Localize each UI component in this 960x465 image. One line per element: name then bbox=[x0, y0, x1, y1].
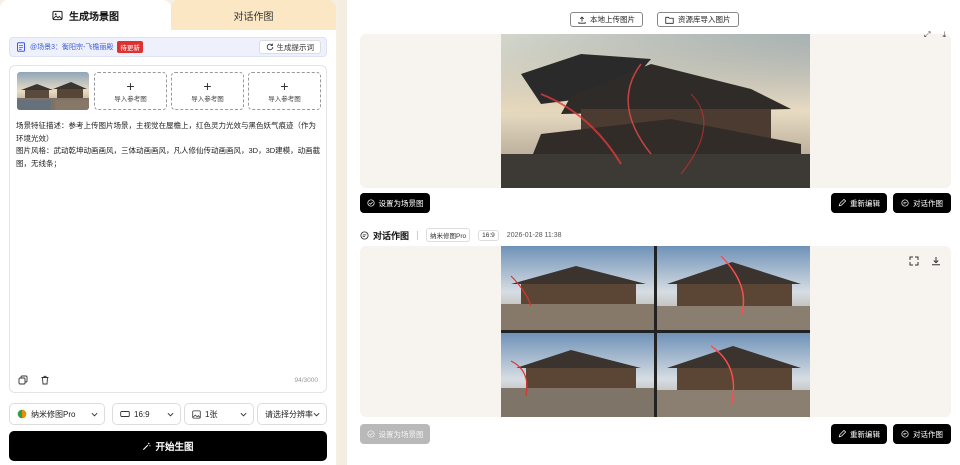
chevron-down-icon bbox=[240, 412, 247, 417]
set-as-scene-button-2[interactable]: 设置为场景图 bbox=[360, 424, 430, 444]
download-icon[interactable]: ⤓ bbox=[942, 30, 946, 40]
prompt-tools bbox=[17, 374, 51, 386]
dialog-draw-button-1[interactable]: 对话作图 bbox=[893, 193, 951, 213]
import-reference-label: 导入参考图 bbox=[114, 95, 147, 103]
scene-reference-bar: @场景3：衡阳宗-飞檐丽殿 待更新 生成提示词 bbox=[9, 37, 327, 57]
palace-grid-image bbox=[501, 246, 810, 417]
re-edit-button-2[interactable]: 重新编辑 bbox=[831, 424, 887, 444]
prompt-line-style: 图片风格：武动乾坤动画画风，三体动画画风，凡人修仙传动画画风，3D，3D建模，动… bbox=[16, 146, 321, 168]
plus-icon: + bbox=[126, 77, 135, 94]
scene-label[interactable]: @场景3：衡阳宗-飞檐丽殿 bbox=[30, 42, 113, 52]
import-reference-button-1[interactable]: + 导入参考图 bbox=[94, 72, 167, 110]
folder-icon bbox=[665, 16, 674, 24]
re-edit-label: 重新编辑 bbox=[850, 429, 880, 439]
card-2-corner-tools bbox=[909, 256, 941, 268]
download-icon[interactable] bbox=[931, 256, 941, 268]
start-generate-label: 开始生图 bbox=[155, 442, 194, 453]
mode-tabs: 生成场景图 对话作图 bbox=[0, 0, 338, 30]
result-card-1 bbox=[360, 34, 951, 188]
prompt-line-scene: 场景特征描述：参考上传图片场景，主视觉在屋檐上，红色灵力光效与黑色妖气痕迹（作为… bbox=[16, 121, 316, 143]
trash-icon[interactable] bbox=[39, 374, 51, 386]
model-chip: 纳米修图Pro bbox=[426, 228, 471, 242]
generated-image-grid[interactable] bbox=[501, 246, 810, 417]
generated-image-1[interactable] bbox=[501, 34, 810, 188]
import-reference-button-3[interactable]: + 导入参考图 bbox=[248, 72, 321, 110]
model-select[interactable]: 纳米修图Pro bbox=[9, 403, 105, 425]
plus-icon: + bbox=[280, 77, 289, 94]
set-as-scene-button-1[interactable]: 设置为场景图 bbox=[360, 193, 430, 213]
image-icon bbox=[192, 409, 201, 419]
chat-icon bbox=[901, 199, 909, 207]
dialog-draw-label: 对话作图 bbox=[913, 198, 943, 208]
tab-generate-scene[interactable]: 生成场景图 bbox=[0, 0, 171, 30]
image-count-value: 1张 bbox=[205, 409, 218, 419]
upload-icon bbox=[578, 15, 586, 24]
chevron-down-icon bbox=[313, 412, 320, 417]
import-reference-label: 导入参考图 bbox=[268, 95, 301, 103]
reference-thumbnail[interactable] bbox=[17, 72, 89, 110]
dialog-draw-button-2[interactable]: 对话作图 bbox=[893, 424, 951, 444]
model-logo-icon bbox=[17, 409, 27, 419]
prompt-text[interactable]: 场景特征描述：参考上传图片场景，主视觉在屋檐上，红色灵力光效与黑色妖气痕迹（作为… bbox=[16, 120, 322, 170]
meta-title-label: 对话作图 bbox=[373, 230, 410, 241]
expand-icon[interactable] bbox=[909, 256, 919, 268]
resolution-select-value: 请选择分辨率 bbox=[265, 409, 313, 419]
ratio-select-value: 16:9 bbox=[134, 409, 150, 419]
import-reference-label: 导入参考图 bbox=[191, 95, 224, 103]
tab-dialog-draw[interactable]: 对话作图 bbox=[171, 0, 336, 30]
character-count: 94/3000 bbox=[294, 377, 319, 384]
palace-thumbnail-image bbox=[17, 72, 89, 110]
import-library-label: 资源库导入图片 bbox=[678, 15, 731, 24]
upload-local-label: 本地上传图片 bbox=[590, 15, 635, 24]
magic-wand-icon bbox=[143, 442, 151, 450]
image-count-select[interactable]: 1张 bbox=[184, 403, 254, 425]
prompt-editor[interactable]: + 导入参考图 + 导入参考图 + 导入参考图 场景特征描述：参考上传图片场景，… bbox=[9, 65, 327, 393]
chat-icon bbox=[901, 430, 909, 438]
palace-render-image bbox=[501, 34, 810, 188]
tab-generate-scene-label: 生成场景图 bbox=[69, 11, 119, 23]
generate-prompt-label: 生成提示词 bbox=[276, 42, 315, 52]
edit-icon bbox=[838, 199, 846, 207]
tab-dialog-draw-label: 对话作图 bbox=[233, 11, 274, 23]
generation-options: 纳米修图Pro 16:9 1张 请选择分辨率 bbox=[9, 403, 327, 425]
ratio-chip: 16:9 bbox=[478, 229, 499, 241]
resolution-select[interactable]: 请选择分辨率 bbox=[257, 403, 327, 425]
start-generate-button[interactable]: 开始生图 bbox=[9, 431, 327, 461]
chat-icon bbox=[360, 230, 369, 240]
model-select-value: 纳米修图Pro bbox=[31, 409, 76, 419]
import-reference-button-2[interactable]: + 导入参考图 bbox=[171, 72, 244, 110]
image-icon bbox=[52, 10, 63, 20]
timestamp: 2026-01-28 11:38 bbox=[506, 231, 562, 239]
import-library-button[interactable]: 资源库导入图片 bbox=[657, 12, 739, 27]
check-circle-icon bbox=[366, 199, 375, 207]
expand-icon[interactable]: ⤢ bbox=[924, 30, 930, 40]
re-edit-button-1[interactable]: 重新编辑 bbox=[831, 193, 887, 213]
refresh-icon bbox=[266, 43, 273, 51]
generate-prompt-button[interactable]: 生成提示词 bbox=[258, 40, 321, 54]
edit-icon bbox=[838, 430, 846, 438]
check-circle-icon bbox=[366, 430, 375, 438]
upload-local-button[interactable]: 本地上传图片 bbox=[570, 12, 643, 27]
plus-icon: + bbox=[203, 77, 212, 94]
card-1-corner-tools: ⤢ ⤓ bbox=[924, 30, 946, 40]
chevron-down-icon bbox=[167, 412, 174, 417]
set-as-scene-label: 设置为场景图 bbox=[378, 198, 424, 208]
copy-icon[interactable] bbox=[17, 374, 29, 386]
ratio-icon bbox=[120, 411, 130, 417]
status-badge: 待更新 bbox=[117, 41, 143, 53]
set-as-scene-label: 设置为场景图 bbox=[378, 429, 424, 439]
left-panel: 生成场景图 对话作图 @场景3：衡阳宗-飞檐丽殿 待更新 生成提示词 + 导入参… bbox=[0, 0, 338, 465]
meta-title: 对话作图 bbox=[360, 229, 409, 242]
dialog-draw-label: 对话作图 bbox=[913, 429, 943, 439]
result-card-2 bbox=[360, 246, 951, 417]
chevron-down-icon bbox=[91, 412, 98, 417]
divider bbox=[417, 230, 419, 240]
document-icon bbox=[17, 42, 25, 52]
re-edit-label: 重新编辑 bbox=[850, 198, 880, 208]
right-panel: 本地上传图片 资源库导入图片 ⤢ ⤓ 设置为场景图 重新编辑 对话作图 对话作图… bbox=[347, 0, 960, 465]
ratio-select[interactable]: 16:9 bbox=[112, 403, 181, 425]
result-meta-row: 对话作图 纳米修图Pro 16:9 2026-01-28 11:38 bbox=[360, 228, 562, 242]
